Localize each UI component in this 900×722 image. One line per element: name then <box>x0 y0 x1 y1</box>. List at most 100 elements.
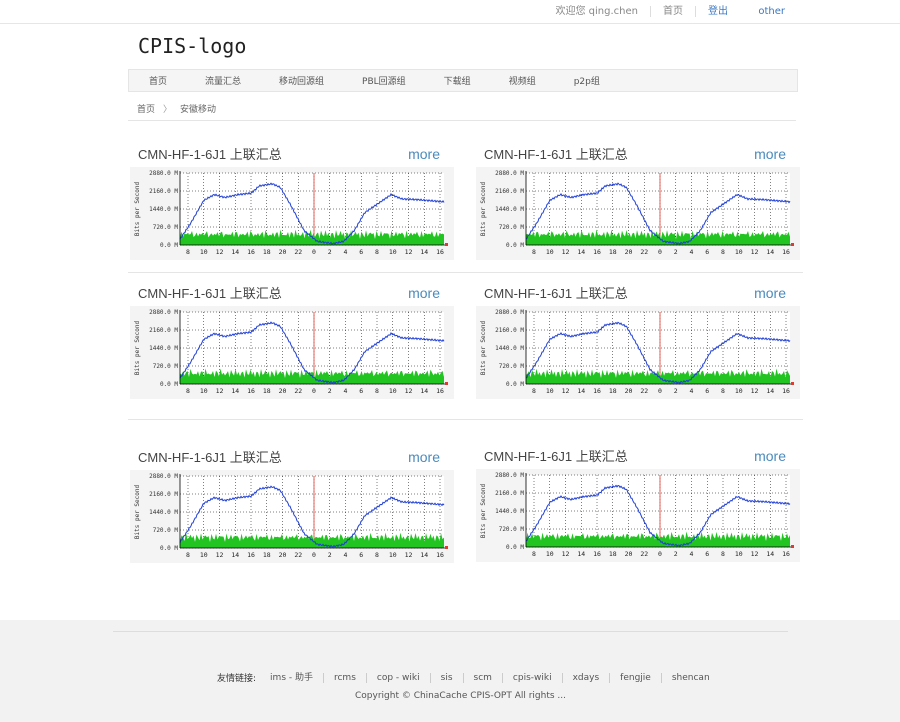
x-tick-label: 18 <box>263 248 271 256</box>
x-tick-label: 10 <box>546 248 554 256</box>
traffic-graph[interactable]: Bits per Second 2880.0 M 2160.0 M 1440.0 M7… <box>130 470 454 563</box>
footer-link[interactable]: cop - wiki <box>365 672 430 683</box>
traffic-graph-svg: Bits per Second2880.0 M2160.0 M1440.0 M7… <box>480 309 794 395</box>
more-link[interactable]: more <box>408 449 440 465</box>
y-tick-label: 2880.0 M <box>495 309 524 316</box>
footer-link[interactable]: xdays <box>561 672 610 683</box>
x-tick-label: 18 <box>263 387 271 395</box>
x-tick-label: 16 <box>436 248 444 256</box>
y-tick-label: 0.0 M <box>160 242 178 249</box>
footer: 友情链接: ims - 助手 rcms cop - wiki sis scm c… <box>0 620 900 722</box>
nav-item-home[interactable]: 首页 <box>149 74 167 87</box>
x-tick-label: 14 <box>577 550 585 558</box>
more-link[interactable]: more <box>408 285 440 301</box>
nav-item-pbl[interactable]: PBL回源组 <box>362 74 406 87</box>
footer-link[interactable]: shencan <box>660 672 720 683</box>
footer-link[interactable]: sis <box>429 672 463 683</box>
nav-item-video[interactable]: 视频组 <box>509 74 536 87</box>
x-tick-label: 16 <box>593 550 601 558</box>
y-tick-label: 720.0 M <box>153 363 179 370</box>
x-tick-label: 16 <box>782 248 790 256</box>
x-tick-label: 20 <box>625 248 633 256</box>
x-tick-label: 18 <box>609 248 617 256</box>
x-tick-label: 2 <box>328 387 332 395</box>
x-tick-label: 8 <box>532 387 536 395</box>
nav-item-traffic[interactable]: 流量汇总 <box>205 74 241 87</box>
graph-title: CMN-HF-1-6J1 上联汇总 <box>138 147 282 162</box>
more-link[interactable]: more <box>754 146 786 162</box>
traffic-graph-svg: Bits per Second2880.0 M2160.0 M1440.0 M7… <box>480 170 794 256</box>
y-axis-label: Bits per Second <box>480 484 487 539</box>
main-nav: 首页 流量汇总 移动回源组 PBL回源组 下载组 视频组 p2p组 <box>128 69 798 92</box>
footer-link[interactable]: ims - 助手 <box>270 673 323 683</box>
y-tick-label: 1440.0 M <box>495 206 524 213</box>
x-tick-label: 22 <box>640 550 648 558</box>
breadcrumb: 首页〉安徽移动 <box>137 102 216 115</box>
x-tick-label: 10 <box>200 387 208 395</box>
x-tick-label: 22 <box>294 248 302 256</box>
y-axis-label: Bits per Second <box>480 182 487 237</box>
other-link[interactable]: other <box>758 6 785 17</box>
more-link[interactable]: more <box>754 285 786 301</box>
y-tick-label: 2160.0 M <box>495 490 524 497</box>
top-links: 欢迎您 qing.chen 首页 登出 <box>544 6 741 17</box>
traffic-graph-svg: Bits per Second2880.0 M2160.0 M1440.0 M7… <box>480 472 794 558</box>
y-tick-label: 720.0 M <box>499 363 525 370</box>
breadcrumb-home[interactable]: 首页 <box>137 105 155 115</box>
site-logo[interactable]: CPIS-logo <box>138 34 246 58</box>
x-tick-label: 14 <box>766 550 774 558</box>
y-tick-label: 2160.0 M <box>149 327 178 334</box>
y-tick-label: 2160.0 M <box>149 188 178 195</box>
y-tick-label: 0.0 M <box>506 544 524 551</box>
x-tick-label: 16 <box>782 387 790 395</box>
x-tick-label: 14 <box>231 551 239 559</box>
copyright-text: Copyright © ChinaCache CPIS-OPT All righ… <box>355 691 566 701</box>
x-tick-label: 16 <box>436 551 444 559</box>
traffic-graph[interactable]: Bits per Second 2880.0 M 2160.0 M 1440.0 M7… <box>476 469 800 562</box>
nav-item-mobile[interactable]: 移动回源组 <box>279 74 324 87</box>
x-tick-label: 18 <box>609 387 617 395</box>
footer-link[interactable]: rcms <box>322 672 366 683</box>
x-tick-label: 0 <box>312 551 316 559</box>
traffic-graph[interactable]: Bits per Second 2880.0 M 2160.0 M 1440.0 M7… <box>130 306 454 399</box>
x-tick-label: 16 <box>593 248 601 256</box>
more-link[interactable]: more <box>408 146 440 162</box>
traffic-graph-svg: Bits per Second2880.0 M2160.0 M1440.0 M7… <box>134 309 448 395</box>
x-tick-label: 10 <box>735 387 743 395</box>
x-tick-label: 8 <box>186 387 190 395</box>
x-tick-label: 12 <box>562 550 570 558</box>
y-tick-label: 0.0 M <box>160 545 178 552</box>
x-tick-label: 0 <box>312 387 316 395</box>
x-tick-label: 8 <box>375 248 379 256</box>
x-tick-label: 0 <box>312 248 316 256</box>
logout-link[interactable]: 登出 <box>695 6 740 17</box>
y-tick-label: 720.0 M <box>499 526 525 533</box>
x-tick-label: 10 <box>389 551 397 559</box>
traffic-graph[interactable]: Bits per Second 2880.0 M 2160.0 M 1440.0 M7… <box>476 306 800 399</box>
y-axis-label: Bits per Second <box>134 182 141 237</box>
x-tick-label: 12 <box>405 551 413 559</box>
y-tick-label: 720.0 M <box>499 224 525 231</box>
traffic-graph[interactable]: Bits per Second 2880.0 M 2160.0 M 1440.0 M7… <box>130 167 454 260</box>
x-tick-label: 6 <box>705 248 709 256</box>
graph-title: CMN-HF-1-6J1 上联汇总 <box>138 450 282 465</box>
footer-link[interactable]: fengjie <box>609 672 661 683</box>
y-tick-label: 2880.0 M <box>149 309 178 316</box>
top-home-link[interactable]: 首页 <box>650 6 695 17</box>
top-bar: 欢迎您 qing.chen 首页 登出 other <box>0 0 900 24</box>
x-tick-label: 22 <box>640 248 648 256</box>
nav-item-p2p[interactable]: p2p组 <box>574 74 600 87</box>
footer-links: 友情链接: ims - 助手 rcms cop - wiki sis scm c… <box>217 671 720 684</box>
footer-divider <box>113 631 788 632</box>
x-tick-label: 14 <box>766 387 774 395</box>
traffic-graph[interactable]: Bits per Second 2880.0 M 2160.0 M 1440.0 M7… <box>476 167 800 260</box>
y-tick-label: 1440.0 M <box>149 345 178 352</box>
x-tick-label: 2 <box>328 248 332 256</box>
footer-link[interactable]: scm <box>462 672 502 683</box>
more-link[interactable]: more <box>754 448 786 464</box>
footer-link[interactable]: cpis-wiki <box>501 672 562 683</box>
nav-item-download[interactable]: 下载组 <box>444 74 471 87</box>
divider <box>128 419 803 420</box>
y-tick-label: 1440.0 M <box>495 345 524 352</box>
x-tick-label: 10 <box>200 248 208 256</box>
